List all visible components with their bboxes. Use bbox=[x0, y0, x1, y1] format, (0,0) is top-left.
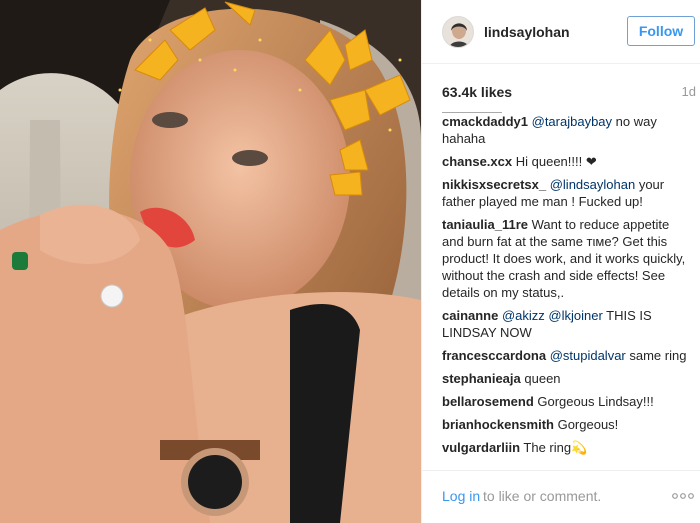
comment-username[interactable]: taniaulia_11re bbox=[442, 217, 528, 232]
post-age[interactable]: 1d bbox=[682, 84, 696, 99]
comment-username[interactable]: brianhockensmith bbox=[442, 417, 554, 432]
comment-username[interactable]: vulgardarliin bbox=[442, 440, 520, 455]
comment-text: Gorgeous! bbox=[557, 417, 619, 432]
selfie-image bbox=[0, 0, 421, 523]
comment-item: chanse.xcx Hi queen!!!! ❤ bbox=[442, 152, 692, 170]
follow-button[interactable]: Follow bbox=[627, 16, 695, 46]
comment-username[interactable]: bellarosemend bbox=[442, 394, 534, 409]
comment-text: Hi queen!!!! ❤ bbox=[515, 154, 597, 169]
comment-item: taniaulia_11re Want to reduce appetite a… bbox=[442, 215, 692, 301]
comment-mention[interactable]: @lindsaylohan bbox=[550, 177, 635, 192]
comment-text: same ring bbox=[625, 348, 687, 363]
likes-count[interactable]: 63.4k likes bbox=[442, 84, 512, 100]
comment-item: nikkisxsecretsx_ @lindsaylohan your fath… bbox=[442, 175, 692, 210]
comment-username[interactable]: chanse.xcx bbox=[442, 154, 512, 169]
comment-item: stephanieaja queen bbox=[442, 369, 692, 387]
post-footer: Log in to like or comment. bbox=[422, 470, 700, 523]
comments-list[interactable]: cmackdaddy1 @tarajbaybay no way hahaha ch… bbox=[442, 112, 692, 464]
comment-username[interactable]: stephanieaja bbox=[442, 371, 521, 386]
profile-avatar-icon bbox=[443, 17, 473, 47]
post-details-panel: lindsaylohan Follow 63.4k likes 1d cmack… bbox=[421, 0, 700, 523]
comment-text: queen bbox=[524, 371, 561, 386]
comment-item: cmackdaddy1 @tarajbaybay no way hahaha bbox=[442, 112, 692, 147]
comment-username[interactable]: cmackdaddy1 bbox=[442, 114, 528, 129]
comment-username[interactable]: cainanne bbox=[442, 308, 498, 323]
likes-row: 63.4k likes 1d bbox=[442, 84, 696, 102]
comment-text: The ring💫 bbox=[523, 440, 588, 455]
post-header: lindsaylohan Follow bbox=[422, 0, 700, 64]
avatar[interactable] bbox=[442, 16, 474, 48]
comment-item: francesccardona @stupidalvar same ring bbox=[442, 346, 692, 364]
comment-item: brianhockensmith Gorgeous! bbox=[442, 415, 692, 433]
post-photo[interactable] bbox=[0, 0, 421, 523]
comment-mention[interactable]: @tarajbaybay bbox=[532, 114, 612, 129]
comment-item: josephmccorkle7777 HI LOVELY MY bbox=[442, 461, 692, 464]
username-link[interactable]: lindsaylohan bbox=[484, 24, 570, 40]
comment-text: Gorgeous Lindsay!!! bbox=[537, 394, 654, 409]
comment-mention[interactable]: @stupidalvar bbox=[550, 348, 626, 363]
instagram-post: lindsaylohan Follow 63.4k likes 1d cmack… bbox=[0, 0, 700, 523]
comment-text: HI LOVELY MY bbox=[574, 463, 663, 464]
comment-item: vulgardarliin The ring💫 bbox=[442, 438, 692, 456]
login-prompt-text: to like or comment. bbox=[483, 488, 602, 504]
comment-username[interactable]: nikkisxsecretsx_ bbox=[442, 177, 546, 192]
scroll-indicator bbox=[442, 112, 502, 113]
comment-username[interactable]: josephmccorkle7777 bbox=[442, 463, 570, 464]
more-options-icon[interactable] bbox=[671, 487, 695, 505]
login-link[interactable]: Log in bbox=[442, 488, 480, 504]
comment-item: cainanne @akizz @lkjoiner THIS IS LINDSA… bbox=[442, 306, 692, 341]
comment-username[interactable]: francesccardona bbox=[442, 348, 546, 363]
comment-item: bellarosemend Gorgeous Lindsay!!! bbox=[442, 392, 692, 410]
comment-mention[interactable]: @akizz @lkjoiner bbox=[502, 308, 603, 323]
